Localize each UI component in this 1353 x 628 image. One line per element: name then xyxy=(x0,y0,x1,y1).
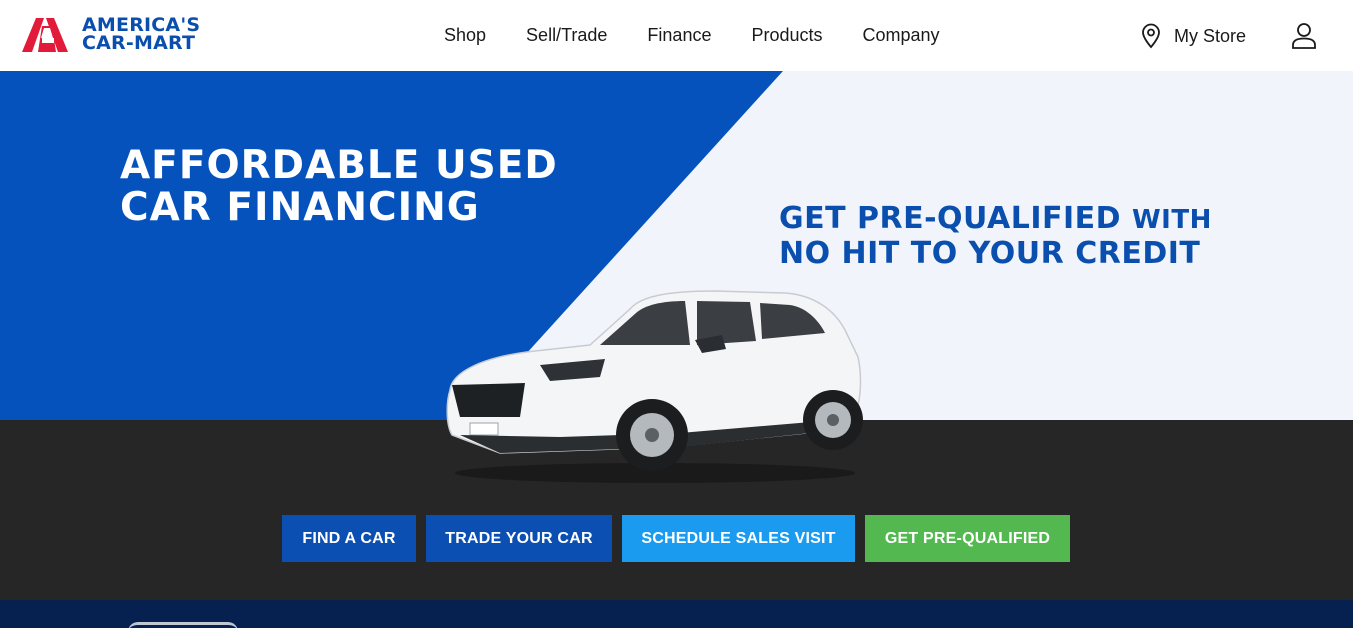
get-pre-qualified-button[interactable]: GET PRE-QUALIFIED xyxy=(865,515,1070,562)
hero-subtitle-part2: WITH xyxy=(1132,205,1212,235)
nav-finance[interactable]: Finance xyxy=(647,25,711,46)
hero-subtitle: GET PRE-QUALIFIED WITH NO HIT TO YOUR CR… xyxy=(779,202,1299,270)
logo-text-line2: CAR-MART xyxy=(82,32,196,54)
hero-subtitle-line2: NO HIT TO YOUR CREDIT xyxy=(779,236,1201,271)
find-car-button[interactable]: FIND A CAR xyxy=(282,515,416,562)
car-image xyxy=(446,290,863,483)
logo[interactable]: AMERICA'S CAR-MART xyxy=(22,16,232,54)
next-section-strip xyxy=(0,600,1353,628)
trade-car-button[interactable]: TRADE YOUR CAR xyxy=(426,515,612,562)
nav-products[interactable]: Products xyxy=(751,25,822,46)
my-store-link[interactable]: My Store xyxy=(1140,23,1246,49)
hero-title: AFFORDABLE USED CAR FINANCING xyxy=(120,145,640,229)
hero-subtitle-part1: GET PRE-QUALIFIED xyxy=(779,201,1122,236)
logo-mark-icon xyxy=(22,18,68,52)
action-buttons: FIND A CAR TRADE YOUR CAR SCHEDULE SALES… xyxy=(282,515,1070,562)
my-store-label: My Store xyxy=(1174,25,1247,46)
hero-title-line2: CAR FINANCING xyxy=(120,185,480,230)
hero-title-line1: AFFORDABLE USED xyxy=(120,143,558,188)
location-pin-icon xyxy=(1142,23,1160,49)
user-icon[interactable] xyxy=(1291,22,1317,50)
nav-sell-trade[interactable]: Sell/Trade xyxy=(526,25,607,46)
strip-car-image xyxy=(128,622,238,628)
site-header: AMERICA'S CAR-MART Shop Sell/Trade Finan… xyxy=(0,0,1353,71)
nav-shop[interactable]: Shop xyxy=(444,25,486,46)
nav-company[interactable]: Company xyxy=(863,25,940,46)
schedule-sales-visit-button[interactable]: SCHEDULE SALES VISIT xyxy=(622,515,855,562)
main-nav: Shop Sell/Trade Finance Products Company xyxy=(424,0,960,71)
